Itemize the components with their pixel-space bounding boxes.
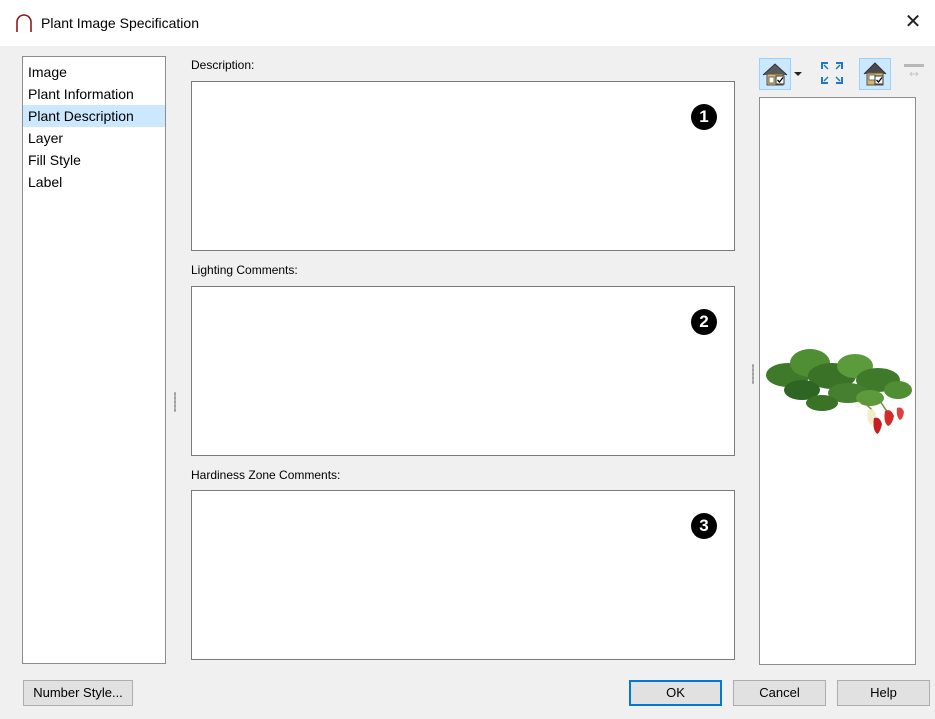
window-title: Plant Image Specification	[41, 15, 199, 31]
nav-item-layer[interactable]: Layer	[23, 127, 165, 149]
ok-button[interactable]: OK	[629, 680, 722, 706]
divider-icon	[904, 64, 924, 77]
strawberry-plant-image	[766, 349, 912, 434]
hardiness-zone-comments-label: Hardiness Zone Comments:	[191, 468, 341, 482]
right-splitter-handle[interactable]	[752, 364, 754, 384]
close-icon: ✕	[904, 11, 922, 33]
fit-view-icon	[821, 62, 843, 84]
arch-icon	[16, 14, 32, 32]
category-list[interactable]: Image Plant Information Plant Descriptio…	[22, 56, 166, 664]
show-house-button[interactable]	[859, 58, 891, 90]
house-view-button[interactable]	[759, 58, 791, 90]
help-button[interactable]: Help	[837, 680, 930, 706]
hardiness-zone-comments-textarea[interactable]: 3	[191, 490, 735, 660]
callout-badge-1: 1	[691, 104, 717, 130]
cancel-button[interactable]: Cancel	[733, 680, 826, 706]
lighting-comments-textarea[interactable]: 2	[191, 286, 735, 456]
callout-badge-2: 2	[691, 309, 717, 335]
description-textarea[interactable]: 1	[191, 81, 735, 251]
nav-item-plant-information[interactable]: Plant Information	[23, 83, 165, 105]
nav-item-plant-description[interactable]: Plant Description	[23, 105, 165, 127]
house-view-icon	[762, 63, 788, 86]
fit-view-button[interactable]	[817, 58, 849, 90]
nav-item-image[interactable]: Image	[23, 61, 165, 83]
preview-pane	[759, 97, 916, 665]
lighting-comments-label: Lighting Comments:	[191, 263, 298, 277]
house-view-dropdown-button[interactable]	[791, 58, 805, 90]
left-splitter-handle[interactable]	[174, 392, 176, 412]
title-bar: Plant Image Specification ✕	[0, 0, 935, 46]
disabled-toolbar-button	[899, 58, 929, 90]
nav-item-fill-style[interactable]: Fill Style	[23, 149, 165, 171]
dropdown-arrow-icon	[794, 72, 802, 76]
nav-item-label[interactable]: Label	[23, 171, 165, 193]
description-label: Description:	[191, 58, 255, 72]
close-button[interactable]: ✕	[901, 10, 925, 34]
show-house-icon	[863, 62, 887, 86]
callout-badge-3: 3	[691, 513, 717, 539]
number-style-button[interactable]: Number Style...	[23, 680, 133, 706]
